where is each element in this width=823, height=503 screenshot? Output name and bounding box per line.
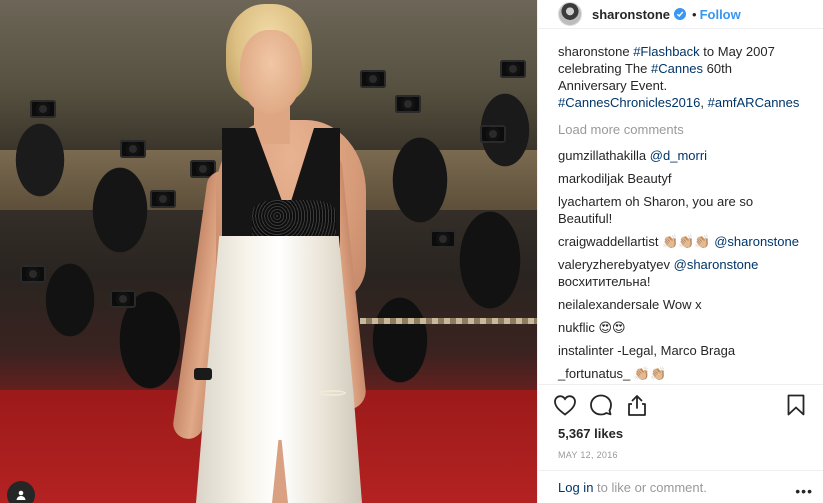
post-photo[interactable] xyxy=(0,0,537,503)
caption-hashtag[interactable]: #CannesChronicles2016 xyxy=(558,95,700,110)
like-button[interactable] xyxy=(552,392,578,418)
figure-face xyxy=(240,30,302,114)
comment-mention[interactable]: @d_morri xyxy=(650,148,707,163)
caption-fragment: , xyxy=(700,95,708,110)
comment-username[interactable]: neilalexandersale xyxy=(558,297,659,312)
follow-button[interactable]: Follow xyxy=(700,7,741,22)
avatar[interactable] xyxy=(558,2,582,26)
comment-button[interactable] xyxy=(588,392,614,418)
woman-figure xyxy=(0,0,537,503)
comment-username[interactable]: instalinter xyxy=(558,343,614,358)
comment-text: 😍😍 xyxy=(598,320,626,335)
instagram-post: sharonstone • Follow sharonstone #Flashb… xyxy=(0,0,823,503)
likes-count[interactable]: 5,367 likes xyxy=(538,424,823,444)
comment-rows: gumzillathakilla @d_morri markodiljak Bea… xyxy=(558,147,803,384)
comment-row: craigwaddellartist 👏🏼👏🏼👏🏼 @sharonstone xyxy=(558,233,803,250)
share-icon xyxy=(628,394,646,416)
comment-text: 👏🏼👏🏼👏🏼 xyxy=(662,234,715,249)
comment-icon xyxy=(590,394,612,415)
comment-username[interactable]: _fortunatus_ xyxy=(558,366,630,381)
comment-row: valeryzherebyatyev @sharonstone восхитит… xyxy=(558,256,803,290)
comment-row: gumzillathakilla @d_morri xyxy=(558,147,803,164)
comment-username[interactable]: gumzillathakilla xyxy=(558,148,646,163)
comment-mention[interactable]: @sharonstone xyxy=(714,234,799,249)
save-button[interactable] xyxy=(783,392,809,418)
user-tag-icon[interactable] xyxy=(7,481,35,503)
comment-text: Wow x xyxy=(662,297,702,312)
caption-hashtag[interactable]: #amfARCannes xyxy=(708,95,800,110)
more-options-icon[interactable]: ••• xyxy=(795,483,813,499)
post-header: sharonstone • Follow xyxy=(538,0,823,29)
post-caption: sharonstone #Flashback to May 2007 celeb… xyxy=(558,43,803,111)
verified-badge-icon xyxy=(674,8,687,20)
comment-text: восхитительна! xyxy=(558,274,651,289)
comment-username[interactable]: valeryzherebyatyev xyxy=(558,257,670,272)
comment-text: Beautyf xyxy=(627,171,672,186)
comment-row: lyachartem oh Sharon, you are so Beautif… xyxy=(558,193,803,227)
comment-username[interactable]: markodiljak xyxy=(558,171,624,186)
login-link[interactable]: Log in xyxy=(558,480,593,495)
comment-text: -Legal, Marco Braga xyxy=(617,343,736,358)
login-prompt: Log in to like or comment. ••• xyxy=(538,470,823,503)
caption-hashtag[interactable]: #Flashback xyxy=(633,44,699,59)
post-sidebar: sharonstone • Follow sharonstone #Flashb… xyxy=(537,0,823,503)
comment-row: nukflic 😍😍 xyxy=(558,319,803,336)
share-button[interactable] xyxy=(624,392,650,418)
dress-sequins xyxy=(252,200,336,240)
comment-row: neilalexandersale Wow x xyxy=(558,296,803,313)
caption-username[interactable]: sharonstone xyxy=(558,44,630,59)
action-bar xyxy=(538,384,823,424)
header-username[interactable]: sharonstone xyxy=(592,7,670,22)
comment-row: instalinter -Legal, Marco Braga xyxy=(558,342,803,359)
post-date[interactable]: MAY 12, 2016 xyxy=(538,444,823,470)
load-more-comments-button[interactable]: Load more comments xyxy=(558,121,803,138)
login-text: to like or comment. xyxy=(593,479,707,495)
comment-text: 👏🏼👏🏼 xyxy=(633,366,667,381)
comment-row: markodiljak Beautyf xyxy=(558,170,803,187)
comment-username[interactable]: nukflic xyxy=(558,320,595,335)
header-separator: • xyxy=(692,6,697,22)
caption-hashtag[interactable]: #Cannes xyxy=(651,61,703,76)
wristwatch xyxy=(194,368,212,380)
comment-username[interactable]: lyachartem xyxy=(558,194,622,209)
comment-username[interactable]: craigwaddellartist xyxy=(558,234,658,249)
bracelet xyxy=(318,390,346,396)
bookmark-icon xyxy=(787,394,805,415)
comments-list[interactable]: sharonstone #Flashback to May 2007 celeb… xyxy=(538,29,823,384)
heart-icon xyxy=(554,394,576,416)
comment-row: _fortunatus_ 👏🏼👏🏼 xyxy=(558,365,803,382)
comment-mention[interactable]: @sharonstone xyxy=(674,257,759,272)
